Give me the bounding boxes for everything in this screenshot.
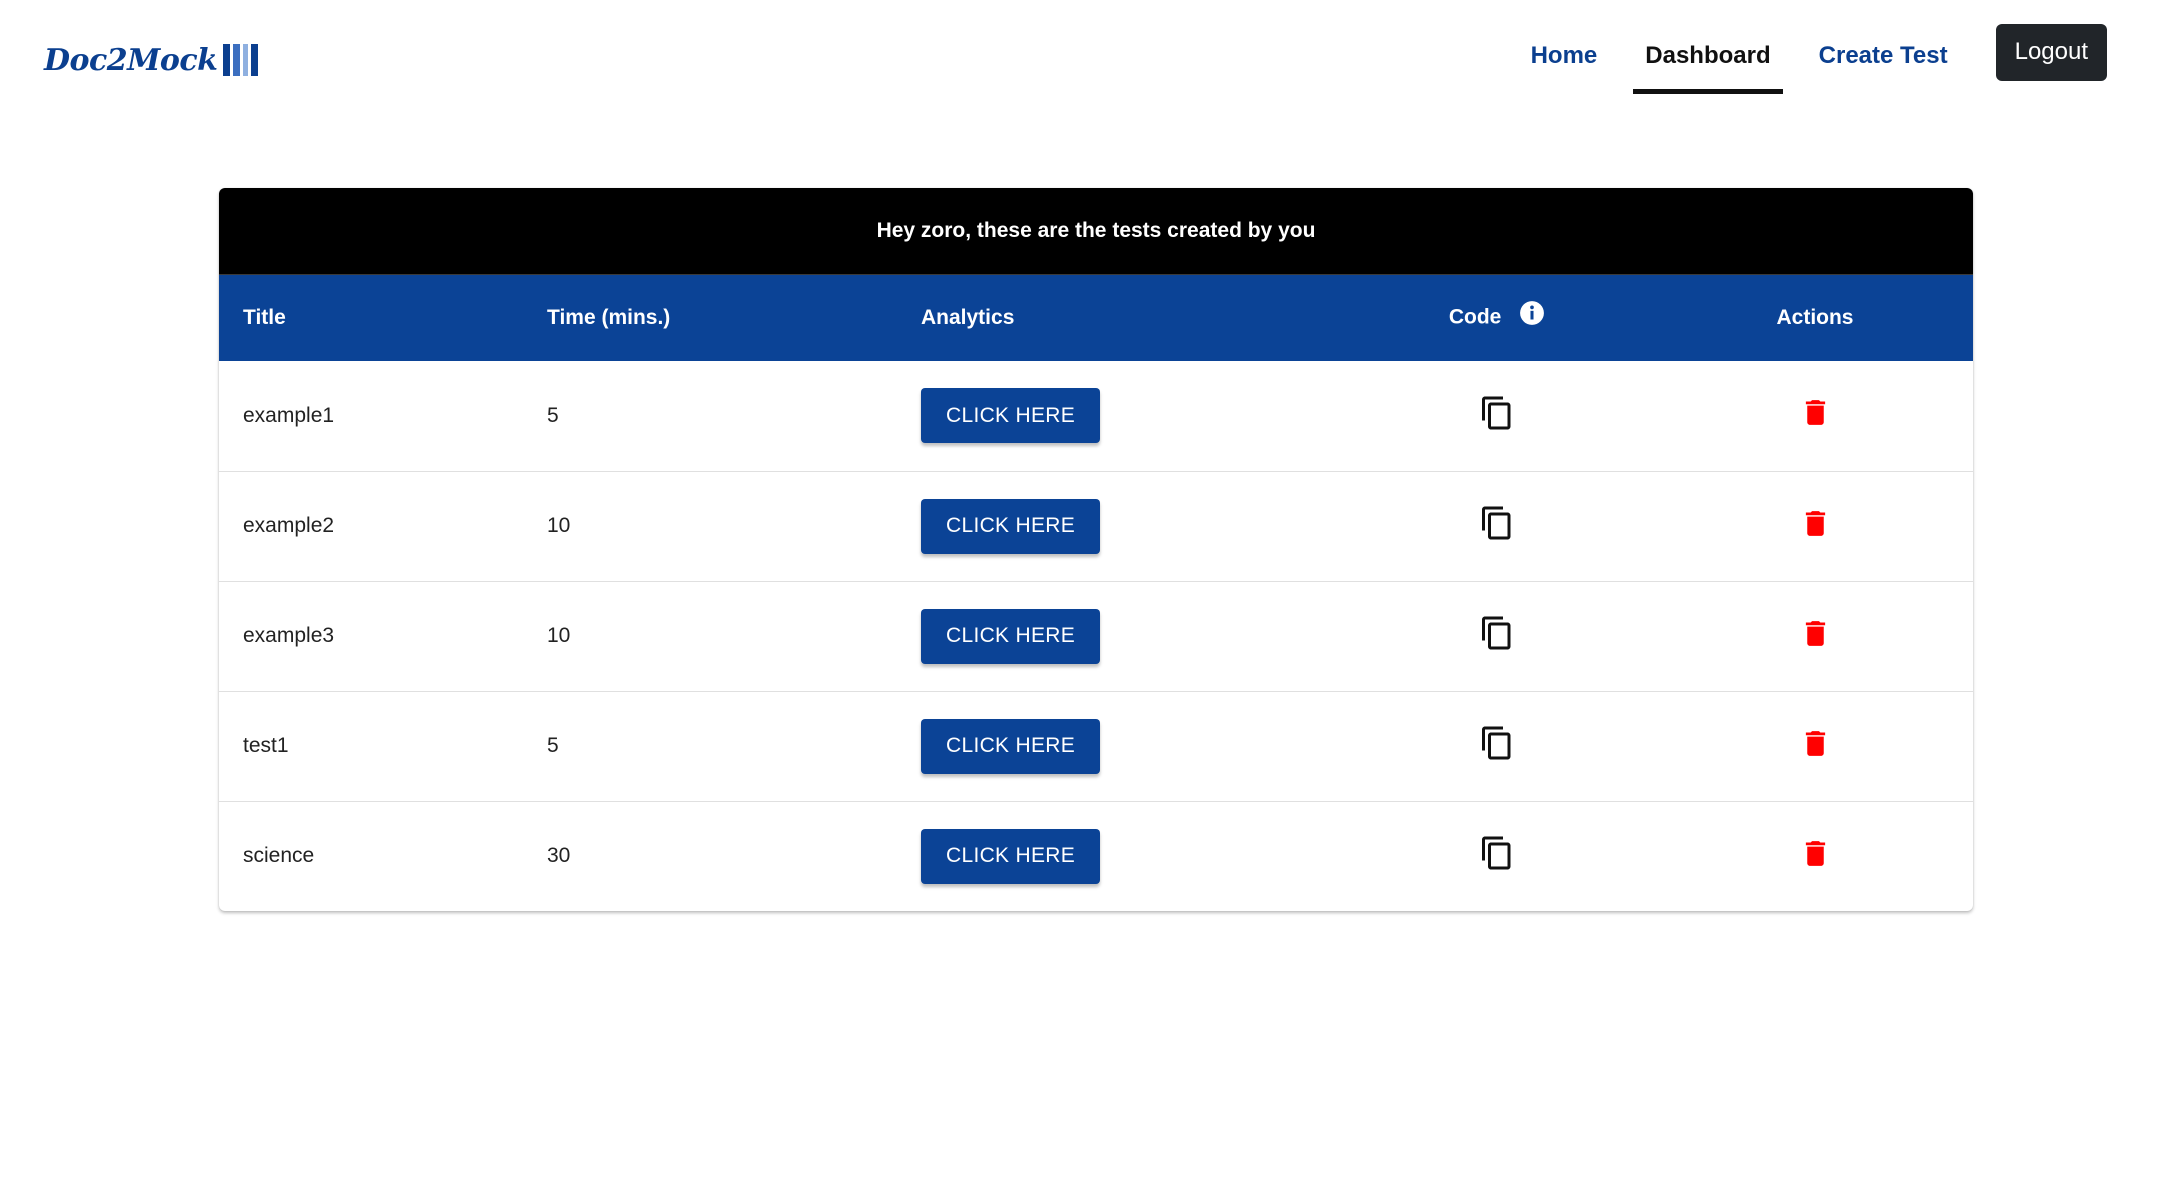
row-title: test1 <box>243 734 289 757</box>
row-code <box>1337 471 1657 581</box>
copy-icon[interactable] <box>1479 395 1515 437</box>
row-code <box>1337 361 1657 471</box>
row-actions <box>1657 801 1973 911</box>
row-time: 5 <box>547 734 559 757</box>
analytics-button[interactable]: CLICK HERE <box>921 498 1101 554</box>
nav-dashboard[interactable]: Dashboard <box>1633 24 1784 94</box>
brand-name: Doc2Mock <box>44 42 218 78</box>
tests-table: Title Time (mins.) Analytics Code Action… <box>219 275 1973 911</box>
column-header-title: Title <box>243 306 286 329</box>
table-row: test1 5 CLICK HERE <box>219 691 1973 801</box>
table-row: example3 10 CLICK HERE <box>219 581 1973 691</box>
column-header-code: Code <box>1337 275 1657 361</box>
nav-home[interactable]: Home <box>1519 24 1610 94</box>
row-analytics: CLICK HERE <box>897 581 1337 691</box>
row-title: science <box>243 844 315 868</box>
row-analytics: CLICK HERE <box>897 471 1337 581</box>
delete-icon[interactable] <box>1799 617 1832 656</box>
table-row: example1 5 CLICK HERE <box>219 361 1973 471</box>
row-analytics: CLICK HERE <box>897 361 1337 471</box>
copy-icon[interactable] <box>1479 835 1515 877</box>
row-analytics: CLICK HERE <box>897 691 1337 801</box>
column-header-actions: Actions <box>1776 306 1854 329</box>
row-actions <box>1657 471 1973 581</box>
nav-links: Home Dashboard Create Test Logout <box>1495 23 2107 94</box>
copy-icon[interactable] <box>1479 615 1515 657</box>
delete-icon[interactable] <box>1799 507 1832 546</box>
column-header-time: Time (mins.) <box>547 306 671 329</box>
row-title: example1 <box>243 403 335 427</box>
column-header-code-label: Code <box>1448 305 1502 329</box>
table-caption: Hey zoro, these are the tests created by… <box>219 188 1973 275</box>
row-actions <box>1657 691 1973 801</box>
row-title: example3 <box>243 624 335 647</box>
logout-button[interactable]: Logout <box>1995 23 2107 81</box>
row-time: 5 <box>547 403 559 427</box>
delete-icon[interactable] <box>1799 396 1832 435</box>
row-code <box>1337 581 1657 691</box>
delete-icon[interactable] <box>1799 837 1832 876</box>
table-row: science 30 CLICK HERE <box>219 801 1973 911</box>
row-code <box>1337 691 1657 801</box>
copy-icon[interactable] <box>1479 505 1515 547</box>
logo-bars-icon <box>223 44 259 76</box>
row-time: 10 <box>547 624 571 647</box>
analytics-button[interactable]: CLICK HERE <box>921 718 1101 774</box>
row-time: 30 <box>547 844 571 868</box>
analytics-button[interactable]: CLICK HERE <box>921 828 1101 884</box>
row-analytics: CLICK HERE <box>897 801 1337 911</box>
brand-logo[interactable]: Doc2Mock <box>44 40 259 80</box>
analytics-button[interactable]: CLICK HERE <box>921 608 1101 664</box>
row-actions <box>1657 361 1973 471</box>
navbar: Doc2Mock Home Dashboard Create Test Logo… <box>0 0 2159 120</box>
copy-icon[interactable] <box>1479 725 1515 767</box>
table-header-row: Title Time (mins.) Analytics Code Action… <box>219 275 1973 361</box>
row-code <box>1337 801 1657 911</box>
table-row: example2 10 CLICK HERE <box>219 471 1973 581</box>
analytics-button[interactable]: CLICK HERE <box>921 388 1101 444</box>
column-header-analytics: Analytics <box>921 306 1015 329</box>
row-time: 10 <box>547 514 571 537</box>
info-icon[interactable] <box>1519 300 1545 332</box>
row-actions <box>1657 581 1973 691</box>
nav-create-test[interactable]: Create Test <box>1807 24 1960 94</box>
tests-table-card: Hey zoro, these are the tests created by… <box>219 188 1973 911</box>
delete-icon[interactable] <box>1799 727 1832 766</box>
row-title: example2 <box>243 514 335 537</box>
